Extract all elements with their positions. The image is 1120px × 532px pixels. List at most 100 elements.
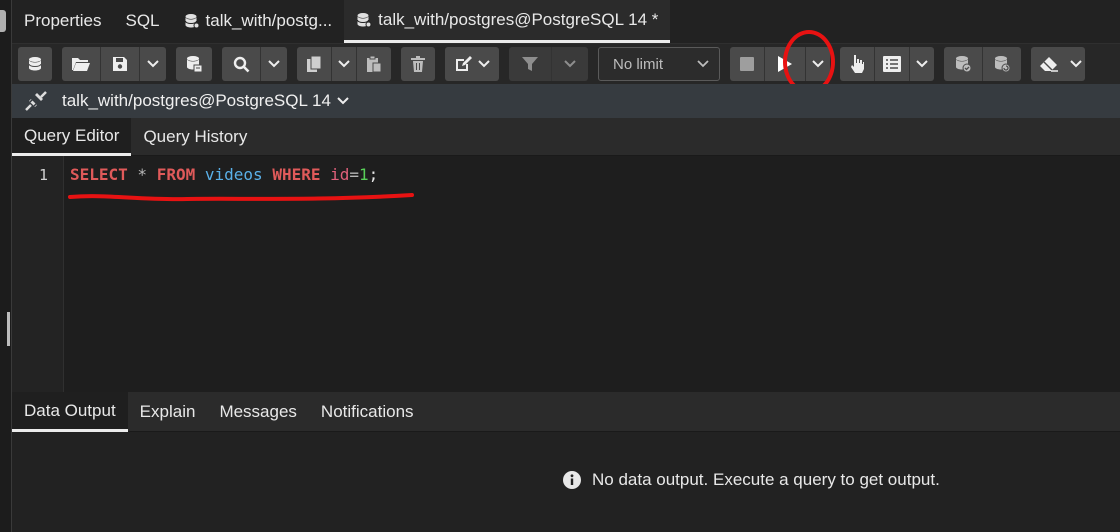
database-export-icon: [187, 56, 203, 73]
chevron-down-icon: [338, 60, 350, 68]
clear-button-group: [1031, 47, 1085, 81]
commit-button[interactable]: [944, 47, 982, 81]
keyword-select: SELECT: [70, 165, 128, 184]
column-name: id: [330, 165, 350, 184]
output-panel: No data output. Execute a query to get o…: [12, 432, 1120, 532]
tab-properties[interactable]: Properties: [12, 0, 113, 43]
explain-button[interactable]: [840, 47, 874, 81]
edit-button-group: [445, 47, 499, 81]
tab-data-output[interactable]: Data Output: [12, 392, 128, 432]
empty-state: No data output. Execute a query to get o…: [562, 470, 940, 490]
keyword-from: FROM: [156, 165, 196, 184]
clear-dropdown[interactable]: [1067, 47, 1085, 81]
explain-dropdown[interactable]: [910, 47, 934, 81]
database-icon: [28, 57, 42, 71]
tab-query-2[interactable]: talk_with/postgres@PostgreSQL 14 *: [344, 0, 671, 43]
folder-open-icon: [72, 58, 90, 71]
edit-button[interactable]: [445, 47, 499, 81]
trash-icon: [411, 56, 425, 72]
chevron-down-icon: [478, 60, 490, 68]
row-limit-select[interactable]: No limit: [598, 47, 720, 81]
tab-query-editor[interactable]: Query Editor: [12, 118, 132, 156]
keyword-where: WHERE: [272, 165, 321, 184]
clipboard-button-group: [297, 47, 391, 81]
editor-tabbar: Query Editor Query History: [12, 118, 1120, 156]
resize-handle[interactable]: [7, 312, 10, 346]
left-panel-edge: [0, 0, 12, 532]
line-number: 1: [38, 166, 48, 184]
tab-label: Explain: [139, 402, 196, 421]
panel-handle[interactable]: [0, 10, 6, 32]
filter-button[interactable]: [509, 47, 551, 81]
transaction-button-group: [944, 47, 1021, 81]
tab-messages[interactable]: Messages: [207, 392, 308, 432]
filter-icon: [522, 57, 538, 71]
connected-plug-icon: [25, 91, 47, 111]
explain-button-group: [840, 47, 934, 81]
connection-label: talk_with/postgres@PostgreSQL 14: [62, 91, 331, 110]
semicolon: ;: [368, 165, 379, 184]
database-refresh-icon: [995, 56, 1011, 73]
connection-button[interactable]: [18, 47, 52, 81]
save-dropdown[interactable]: [140, 47, 166, 81]
save-icon: [113, 57, 127, 71]
code-line[interactable]: SELECT * FROM videos WHERE id=1;: [70, 165, 378, 184]
tab-sql[interactable]: SQL: [113, 0, 171, 43]
export-button[interactable]: [176, 47, 212, 81]
filter-button-group: [509, 47, 588, 81]
chevron-down-icon: [916, 60, 928, 68]
database-icon: [184, 14, 200, 29]
sql-editor[interactable]: 1 SELECT * FROM videos WHERE id=1;: [12, 156, 1120, 392]
copy-dropdown[interactable]: [332, 47, 356, 81]
operator-star: *: [127, 165, 157, 184]
find-dropdown[interactable]: [261, 47, 287, 81]
explain-analyze-button[interactable]: [875, 47, 909, 81]
rollback-button[interactable]: [983, 47, 1021, 81]
tab-query-history[interactable]: Query History: [131, 118, 259, 156]
line-gutter: 1: [12, 156, 64, 392]
chevron-down-icon: [697, 60, 709, 68]
row-limit-value: No limit: [613, 55, 664, 73]
delete-button[interactable]: [401, 47, 435, 81]
connection-bar[interactable]: talk_with/postgres@PostgreSQL 14: [12, 84, 1120, 118]
save-button[interactable]: [101, 47, 139, 81]
tab-notifications[interactable]: Notifications: [309, 392, 426, 432]
search-icon: [233, 56, 249, 72]
chevron-down-icon: [1070, 60, 1082, 68]
filter-dropdown[interactable]: [552, 47, 588, 81]
output-tabbar: Data Output Explain Messages Notificatio…: [12, 392, 1120, 432]
stop-button[interactable]: [730, 47, 764, 81]
find-button[interactable]: [222, 47, 260, 81]
database-icon: [357, 12, 372, 27]
tab-label: Data Output: [24, 400, 116, 420]
stop-icon: [740, 57, 754, 71]
tab-label: Properties: [24, 11, 102, 30]
main-tabbar: Properties SQL talk_with/postg... talk_w…: [12, 0, 1120, 44]
operator-equals: =: [349, 165, 360, 184]
tab-label: Query Editor: [24, 125, 120, 145]
annotation-underline: [68, 193, 414, 202]
edit-icon: [456, 56, 472, 71]
tab-label: Query History: [143, 127, 248, 146]
file-button-group: [62, 47, 166, 81]
pointer-icon: [851, 55, 864, 73]
copy-button[interactable]: [297, 47, 331, 81]
paste-icon: [367, 55, 382, 73]
query-toolbar: No limit: [12, 44, 1120, 84]
tab-query-1[interactable]: talk_with/postg...: [172, 0, 345, 43]
eraser-icon: [1040, 57, 1058, 72]
open-file-button[interactable]: [62, 47, 100, 81]
table-name: videos: [204, 165, 263, 184]
tab-explain[interactable]: Explain: [128, 392, 208, 432]
paste-button[interactable]: [357, 47, 391, 81]
clear-button[interactable]: [1031, 47, 1067, 81]
list-icon: [883, 56, 901, 72]
number-literal: 1: [359, 165, 369, 184]
chevron-down-icon: [147, 60, 159, 68]
database-check-icon: [956, 56, 972, 73]
find-button-group: [222, 47, 287, 81]
tab-label: Notifications: [320, 402, 414, 421]
